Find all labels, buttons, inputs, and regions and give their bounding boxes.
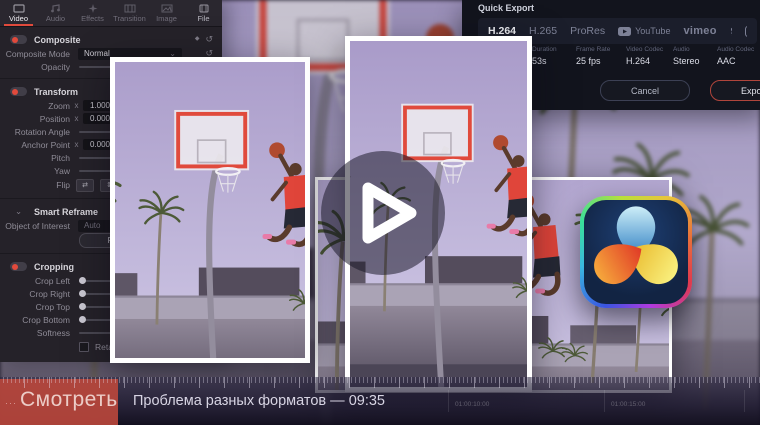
youtube-icon [618, 26, 632, 36]
section-title: Cropping [34, 261, 74, 272]
watch-dots: ··· [5, 398, 17, 408]
composite-mode-value: Normal [84, 49, 110, 58]
tab-file[interactable]: File [185, 0, 222, 26]
inspector-tabs: Video Audio Effects Transition Image Fil… [0, 0, 222, 27]
transition-tab-icon [124, 4, 135, 12]
flip-horizontal-button[interactable]: ⇄ [76, 178, 94, 192]
detail-video-codec: Video Codec H.264 [626, 46, 664, 66]
axis-label: x [74, 101, 79, 110]
timecode: 01:00:15:00 [611, 401, 646, 408]
preset-label: YouTube [635, 26, 671, 36]
tab-label: Transition [113, 13, 146, 23]
object-of-interest-label: Object of Interest [5, 220, 70, 231]
davinci-resolve-logo [580, 196, 692, 308]
watch-label: Смотреть [20, 388, 118, 411]
preset-prores[interactable]: ProRes [570, 25, 605, 37]
composite-toggle[interactable] [10, 35, 27, 44]
crop-bottom-label: Crop Bottom [22, 314, 70, 325]
section-title: Smart Reframe [34, 206, 99, 217]
rotation-angle-label: Rotation Angle [14, 126, 70, 137]
keyframe-icon[interactable]: ◆ [195, 35, 200, 45]
audio-tab-icon [50, 3, 60, 12]
image-tab-icon [161, 4, 172, 12]
tab-label: Video [8, 13, 29, 23]
preset-vimeo[interactable]: vimeo [683, 25, 716, 37]
preset-youtube[interactable]: YouTube [618, 26, 670, 36]
timeline-divider [448, 390, 449, 412]
effects-tab-icon [88, 3, 97, 13]
play-icon [321, 151, 445, 275]
flip-label: Flip [56, 180, 70, 190]
tab-video[interactable]: Video [0, 0, 37, 26]
crop-top-label: Crop Top [35, 301, 70, 312]
composite-section-header: Composite ◆ ↺ [0, 32, 222, 47]
export-button[interactable]: Export [710, 80, 760, 101]
softness-label: Softness [36, 327, 70, 338]
transform-toggle[interactable] [10, 87, 27, 96]
chevron-down-icon[interactable]: ⌄ [10, 207, 27, 217]
detail-audio-codec: Audio Codec AAC [717, 46, 755, 66]
anchor-point-label: Anchor Point [21, 139, 70, 150]
davinci-resolve-logo-inner [584, 200, 688, 304]
zoom-label: Zoom [48, 100, 70, 111]
object-of-interest-value: Auto [84, 221, 101, 230]
composite-mode-label: Composite Mode [5, 48, 70, 59]
timeline-footer: 01:00:10:00 01:00:15:00 ··· Смотреть Про… [0, 377, 760, 425]
video-caption: Проблема разных форматов — 09:35 [133, 393, 385, 409]
video-tab-icon [12, 3, 25, 13]
section-title: Composite [34, 34, 81, 45]
timeline-divider [604, 390, 605, 412]
retain-image-checkbox[interactable] [79, 341, 89, 352]
quick-export-title: Quick Export [478, 3, 535, 13]
crop-left-label: Crop Left [35, 275, 70, 286]
twitter-icon[interactable] [730, 26, 732, 37]
cancel-button[interactable]: Cancel [600, 80, 690, 101]
cropping-toggle[interactable] [10, 262, 27, 271]
reset-icon[interactable]: ↺ [205, 35, 213, 45]
pitch-label: Pitch [51, 152, 70, 163]
detail-audio: Audio Stereo [673, 46, 700, 66]
clip-preview-portrait-left [110, 57, 310, 363]
davinci-petals-icon [586, 206, 686, 292]
tab-image[interactable]: Image [148, 0, 185, 26]
timecode: 01:00:10:00 [455, 401, 490, 408]
opacity-label: Opacity [41, 61, 70, 72]
preset-h265[interactable]: H.265 [529, 25, 557, 37]
tab-label: Effects [81, 13, 104, 23]
yaw-label: Yaw [54, 165, 70, 176]
position-label: Position [39, 113, 70, 124]
detail-frame-rate: Frame Rate 25 fps [576, 46, 611, 66]
tab-audio[interactable]: Audio [37, 0, 74, 26]
file-tab-icon [199, 4, 208, 12]
section-title: Transform [34, 86, 79, 97]
tab-label: File [197, 13, 210, 23]
crop-right-label: Crop Right [29, 288, 70, 299]
tab-effects[interactable]: Effects [74, 0, 111, 26]
axis-label: x [74, 114, 79, 123]
tab-label: Audio [45, 13, 66, 23]
frameio-icon[interactable] [744, 25, 747, 37]
flip-horizontal-icon: ⇄ [82, 181, 88, 189]
axis-label: x [74, 140, 79, 149]
tab-label: Image [156, 13, 177, 23]
timeline-divider [744, 390, 745, 412]
detail-duration: Duration 53s [532, 46, 557, 66]
play-button[interactable] [318, 148, 448, 278]
tab-transition[interactable]: Transition [111, 0, 148, 26]
